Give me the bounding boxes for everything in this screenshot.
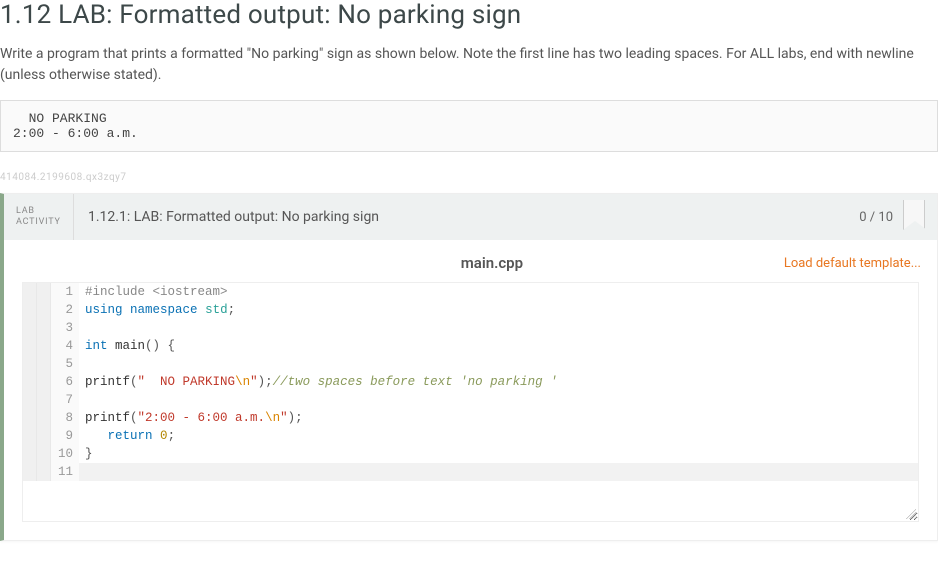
line-number: 6 [51, 373, 79, 391]
gutter [37, 409, 51, 427]
code-text[interactable]: using namespace std; [79, 301, 235, 319]
lab-activity-label-2: ACTIVITY [16, 217, 73, 228]
code-text[interactable]: int main() { [79, 337, 175, 355]
lab-card: LAB ACTIVITY 1.12.1: LAB: Formatted outp… [0, 193, 938, 541]
gutter [23, 463, 37, 481]
code-line[interactable]: 6printf(" NO PARKING\n");//two spaces be… [23, 373, 918, 391]
hash-id: 414084.2199608.qx3zqy7 [0, 168, 938, 193]
code-text[interactable] [79, 355, 85, 373]
gutter [23, 355, 37, 373]
lab-score: 0 / 10 [859, 210, 903, 225]
gutter [37, 427, 51, 445]
lab-title: 1.12.1: LAB: Formatted output: No parkin… [74, 209, 859, 225]
line-number: 10 [51, 445, 79, 463]
line-number: 9 [51, 427, 79, 445]
code-line[interactable]: 7 [23, 391, 918, 409]
gutter [23, 373, 37, 391]
lab-activity-label-1: LAB [16, 206, 73, 217]
gutter [23, 445, 37, 463]
code-editor[interactable]: 1#include <iostream>2using namespace std… [22, 282, 919, 522]
code-line[interactable]: 4int main() { [23, 337, 918, 355]
editor-toolbar: main.cpp Load default template... [4, 240, 937, 282]
gutter [23, 283, 37, 301]
line-number: 3 [51, 319, 79, 337]
line-number: 1 [51, 283, 79, 301]
line-number: 2 [51, 301, 79, 319]
code-text[interactable]: } [79, 445, 93, 463]
code-text[interactable]: printf("2:00 - 6:00 a.m.\n"); [79, 409, 303, 427]
line-number: 11 [51, 463, 79, 481]
gutter [23, 391, 37, 409]
code-line[interactable]: 2using namespace std; [23, 301, 918, 319]
code-line[interactable]: 10} [23, 445, 918, 463]
code-line[interactable]: 11 [23, 463, 918, 481]
gutter [37, 337, 51, 355]
resize-handle-icon[interactable] [906, 509, 916, 519]
line-number: 7 [51, 391, 79, 409]
gutter [37, 319, 51, 337]
lab-activity-tag: LAB ACTIVITY [4, 194, 74, 240]
code-line[interactable]: 3 [23, 319, 918, 337]
code-text[interactable] [79, 391, 85, 409]
line-number: 5 [51, 355, 79, 373]
code-text[interactable]: return 0; [79, 427, 175, 445]
gutter [23, 319, 37, 337]
lab-header: LAB ACTIVITY 1.12.1: LAB: Formatted outp… [4, 194, 937, 240]
code-text[interactable]: #include <iostream> [79, 283, 228, 301]
gutter [37, 391, 51, 409]
gutter [37, 355, 51, 373]
gutter [37, 463, 51, 481]
gutter [37, 283, 51, 301]
gutter [23, 427, 37, 445]
gutter [37, 445, 51, 463]
code-line[interactable]: 8printf("2:00 - 6:00 a.m.\n"); [23, 409, 918, 427]
code-text[interactable] [79, 319, 85, 337]
lab-description: Write a program that prints a formatted … [0, 44, 938, 100]
code-text[interactable]: printf(" NO PARKING\n");//two spaces bef… [79, 373, 558, 391]
gutter [37, 301, 51, 319]
code-line[interactable]: 5 [23, 355, 918, 373]
gutter [37, 373, 51, 391]
gutter [23, 301, 37, 319]
code-line[interactable]: 1#include <iostream> [23, 283, 918, 301]
filename-label: main.cpp [200, 254, 784, 272]
line-number: 8 [51, 409, 79, 427]
code-text[interactable] [79, 463, 85, 481]
load-default-template-link[interactable]: Load default template... [784, 256, 921, 271]
gutter [23, 409, 37, 427]
bookmark-icon[interactable] [903, 200, 925, 230]
line-number: 4 [51, 337, 79, 355]
expected-output-box: NO PARKING 2:00 - 6:00 a.m. [0, 100, 938, 152]
page-title: 1.12 LAB: Formatted output: No parking s… [0, 0, 938, 44]
code-line[interactable]: 9 return 0; [23, 427, 918, 445]
gutter [23, 337, 37, 355]
